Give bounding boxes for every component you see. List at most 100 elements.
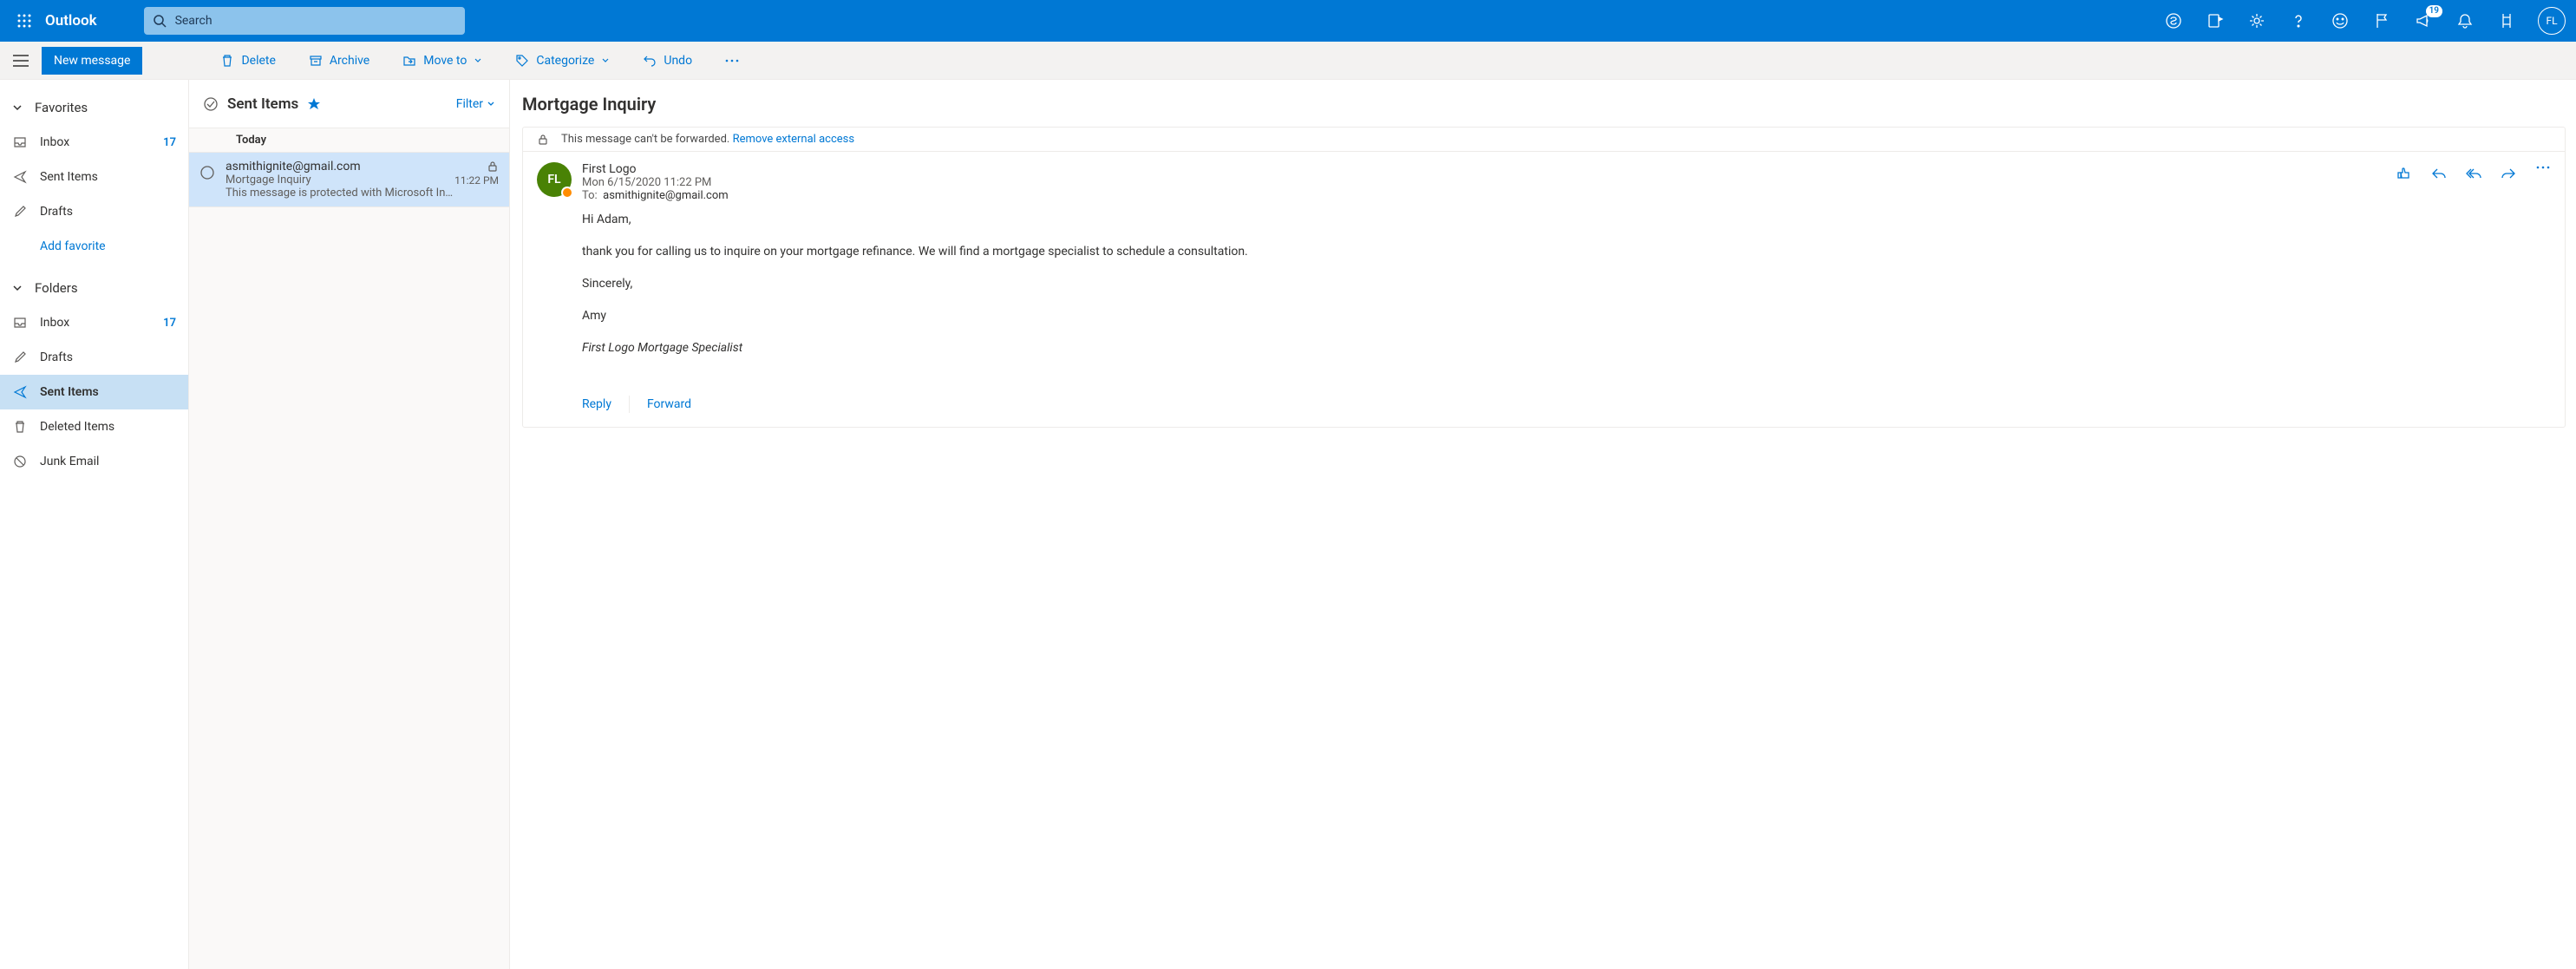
undo-icon [643, 54, 657, 68]
notification-badge: 19 [2426, 5, 2442, 17]
folder-nav: Favorites Inbox 17 Sent Items Drafts Add… [0, 80, 189, 969]
more-actions-button[interactable] [720, 47, 744, 75]
to-label: To: [582, 189, 598, 202]
nav-deleted[interactable]: Deleted Items [0, 409, 188, 444]
message-preview: This message is protected with Microsoft… [226, 187, 499, 200]
pencil-icon [12, 350, 28, 364]
message-list: Sent Items Filter Today asmithignite@gma… [189, 80, 510, 969]
emoji-icon[interactable] [2330, 10, 2350, 31]
sender-name: First Logo [582, 162, 2386, 176]
nav-inbox[interactable]: Inbox 17 [0, 305, 188, 340]
more-icon[interactable] [2535, 166, 2551, 169]
reply-all-icon[interactable] [2466, 166, 2481, 181]
chevron-down-icon [12, 102, 23, 113]
sender-avatar[interactable]: FL [537, 162, 572, 197]
presence-away-icon [561, 187, 573, 199]
delete-button[interactable]: Delete [215, 47, 280, 75]
nav-inbox-fav[interactable]: Inbox 17 [0, 125, 188, 160]
info-banner: This message can't be forwarded. Remove … [523, 128, 2565, 152]
pencil-icon [12, 205, 28, 219]
nav-sent[interactable]: Sent Items [0, 375, 188, 409]
message-actions [2396, 162, 2551, 202]
move-label: Move to [423, 54, 467, 68]
folder-move-icon [402, 54, 416, 68]
lock-icon [487, 160, 499, 173]
bell-icon[interactable] [2455, 10, 2475, 31]
filter-button[interactable]: Filter [456, 97, 495, 111]
list-header: Sent Items Filter [189, 80, 509, 128]
message-card: This message can't be forwarded. Remove … [522, 127, 2566, 428]
sent-date: Mon 6/15/2020 11:22 PM [582, 176, 2386, 189]
forward-icon[interactable] [2501, 166, 2516, 181]
message-body: Hi Adam, thank you for calling us to inq… [523, 202, 2565, 385]
folders-header[interactable]: Folders [0, 271, 188, 305]
message-time: 11:22 PM [454, 174, 499, 187]
nav-sent-fav[interactable]: Sent Items [0, 160, 188, 194]
favorites-header[interactable]: Favorites [0, 90, 188, 125]
archive-label: Archive [330, 54, 369, 68]
banner-text: This message can't be forwarded. [561, 133, 729, 146]
search-input[interactable] [173, 13, 456, 29]
select-checkbox[interactable] [199, 160, 215, 200]
lock-icon [537, 134, 549, 146]
chevron-down-icon [601, 56, 610, 65]
inbox-icon [12, 135, 28, 149]
reply-icon[interactable] [2431, 166, 2447, 181]
like-icon[interactable] [2396, 166, 2412, 181]
move-button[interactable]: Move to [397, 47, 487, 75]
search-icon [153, 14, 167, 28]
signature: First Logo Mortgage Specialist [582, 339, 2551, 357]
message-header: FL First Logo Mon 6/15/2020 11:22 PM To:… [523, 152, 2565, 202]
app-header: Outlook 19 FL [0, 0, 2576, 42]
send-icon [12, 385, 28, 399]
command-bar: New message Delete Archive Move to Categ… [0, 42, 2576, 80]
block-icon [12, 455, 28, 468]
trash-icon [12, 420, 28, 434]
chevron-down-icon [12, 283, 23, 293]
trash-icon [220, 54, 234, 68]
select-all-icon[interactable] [203, 96, 219, 112]
new-message-button[interactable]: New message [42, 47, 142, 75]
star-icon[interactable] [307, 97, 321, 111]
add-favorite[interactable]: Add favorite [0, 229, 188, 264]
ellipsis-icon [725, 59, 739, 62]
inbox-icon [12, 316, 28, 330]
delete-label: Delete [241, 54, 275, 68]
message-item[interactable]: asmithignite@gmail.com Mortgage Inquiry … [189, 153, 509, 207]
chevron-down-icon [487, 100, 495, 108]
undo-button[interactable]: Undo [637, 47, 697, 75]
search-box[interactable] [144, 7, 465, 35]
categorize-label: Categorize [536, 54, 594, 68]
settings-icon[interactable] [2246, 10, 2267, 31]
banner-link[interactable]: Remove external access [733, 133, 854, 146]
archive-icon [309, 54, 323, 68]
inbox-count: 17 [163, 136, 176, 149]
notes-icon[interactable] [2205, 10, 2226, 31]
tag-icon [515, 54, 529, 68]
inbox-count: 17 [163, 317, 176, 330]
skype-icon[interactable] [2163, 10, 2184, 31]
reply-bar: Reply Forward [523, 385, 2565, 427]
header-icons: 19 FL [2163, 7, 2569, 35]
account-avatar[interactable]: FL [2538, 7, 2566, 35]
app-brand[interactable]: Outlook [45, 12, 97, 29]
hamburger-icon[interactable] [7, 55, 35, 67]
chevron-down-icon [474, 56, 482, 65]
nav-drafts[interactable]: Drafts [0, 340, 188, 375]
reply-button[interactable]: Reply [582, 397, 611, 411]
nav-drafts-fav[interactable]: Drafts [0, 194, 188, 229]
message-from: asmithignite@gmail.com [226, 160, 361, 174]
reading-subject: Mortgage Inquiry [522, 94, 2566, 115]
forward-button[interactable]: Forward [647, 397, 691, 411]
diagnostics-icon[interactable] [2496, 10, 2517, 31]
waffle-icon[interactable] [7, 14, 42, 28]
undo-label: Undo [664, 54, 692, 68]
archive-button[interactable]: Archive [304, 47, 375, 75]
categorize-button[interactable]: Categorize [510, 47, 615, 75]
message-subject: Mortgage Inquiry [226, 174, 311, 187]
send-icon [12, 170, 28, 184]
help-icon[interactable] [2288, 10, 2309, 31]
megaphone-icon[interactable]: 19 [2413, 10, 2434, 31]
flag-icon[interactable] [2371, 10, 2392, 31]
nav-junk[interactable]: Junk Email [0, 444, 188, 479]
